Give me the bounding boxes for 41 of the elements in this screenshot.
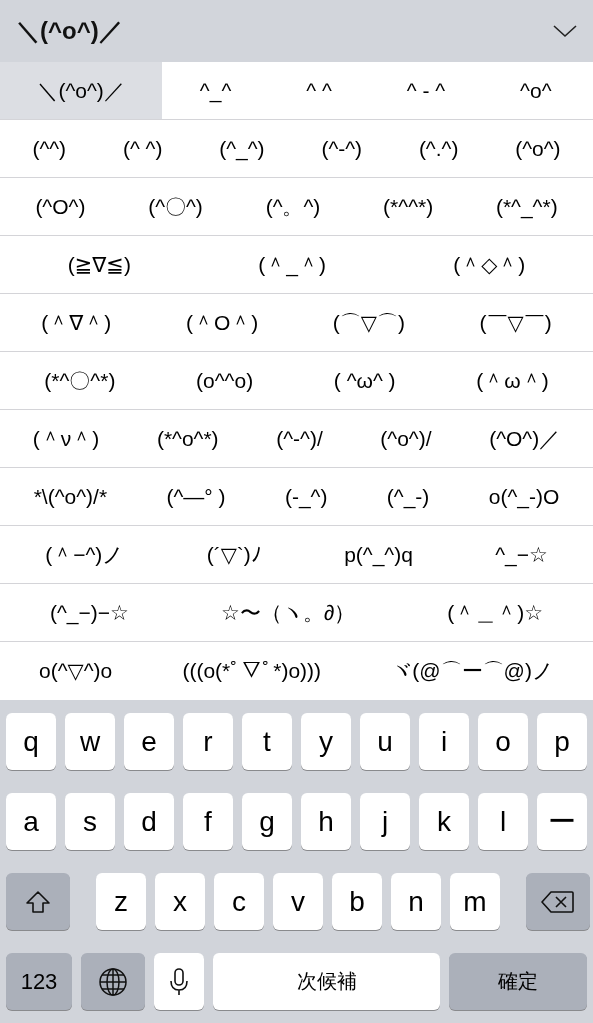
letter-key[interactable]: b xyxy=(332,873,382,930)
confirm-key[interactable]: 確定 xyxy=(449,953,587,1010)
next-candidate-key[interactable]: 次候補 xyxy=(213,953,440,1010)
chevron-down-icon[interactable] xyxy=(553,24,577,38)
letter-key[interactable]: o xyxy=(478,713,528,770)
globe-icon xyxy=(98,966,128,997)
letter-key[interactable]: a xyxy=(6,793,56,850)
letter-key[interactable]: k xyxy=(419,793,469,850)
candidate-item[interactable]: ＼(^o^)／ xyxy=(0,62,163,119)
letter-key[interactable]: q xyxy=(6,713,56,770)
microphone-icon xyxy=(169,966,189,997)
letter-key[interactable]: u xyxy=(360,713,410,770)
numbers-key[interactable]: 123 xyxy=(6,953,72,1010)
letter-key[interactable]: r xyxy=(183,713,233,770)
letter-key[interactable]: f xyxy=(183,793,233,850)
letter-key[interactable]: w xyxy=(65,713,115,770)
letter-key[interactable]: n xyxy=(391,873,441,930)
letter-key[interactable]: z xyxy=(96,873,146,930)
letter-key[interactable]: d xyxy=(124,793,174,850)
globe-key[interactable] xyxy=(81,953,145,1010)
letter-key[interactable]: i xyxy=(419,713,469,770)
letter-key[interactable]: v xyxy=(273,873,323,930)
letter-key[interactable]: e xyxy=(124,713,174,770)
backspace-icon xyxy=(541,889,575,914)
letter-key[interactable]: y xyxy=(301,713,351,770)
letter-key[interactable]: p xyxy=(537,713,587,770)
composition-text: ＼(^o^)／ xyxy=(16,16,123,46)
letter-key[interactable]: s xyxy=(65,793,115,850)
dictation-key[interactable] xyxy=(154,953,204,1010)
letter-key[interactable]: l xyxy=(478,793,528,850)
delete-key[interactable] xyxy=(526,873,590,930)
letter-key[interactable]: m xyxy=(450,873,500,930)
letter-key[interactable]: g xyxy=(242,793,292,850)
letter-key[interactable]: h xyxy=(301,793,351,850)
letter-key[interactable]: c xyxy=(214,873,264,930)
shift-arrow-icon xyxy=(25,889,51,914)
shift-key[interactable] xyxy=(6,873,70,930)
letter-key[interactable]: ー xyxy=(537,793,587,850)
letter-key[interactable]: j xyxy=(360,793,410,850)
letter-key[interactable]: t xyxy=(242,713,292,770)
letter-key[interactable]: x xyxy=(155,873,205,930)
